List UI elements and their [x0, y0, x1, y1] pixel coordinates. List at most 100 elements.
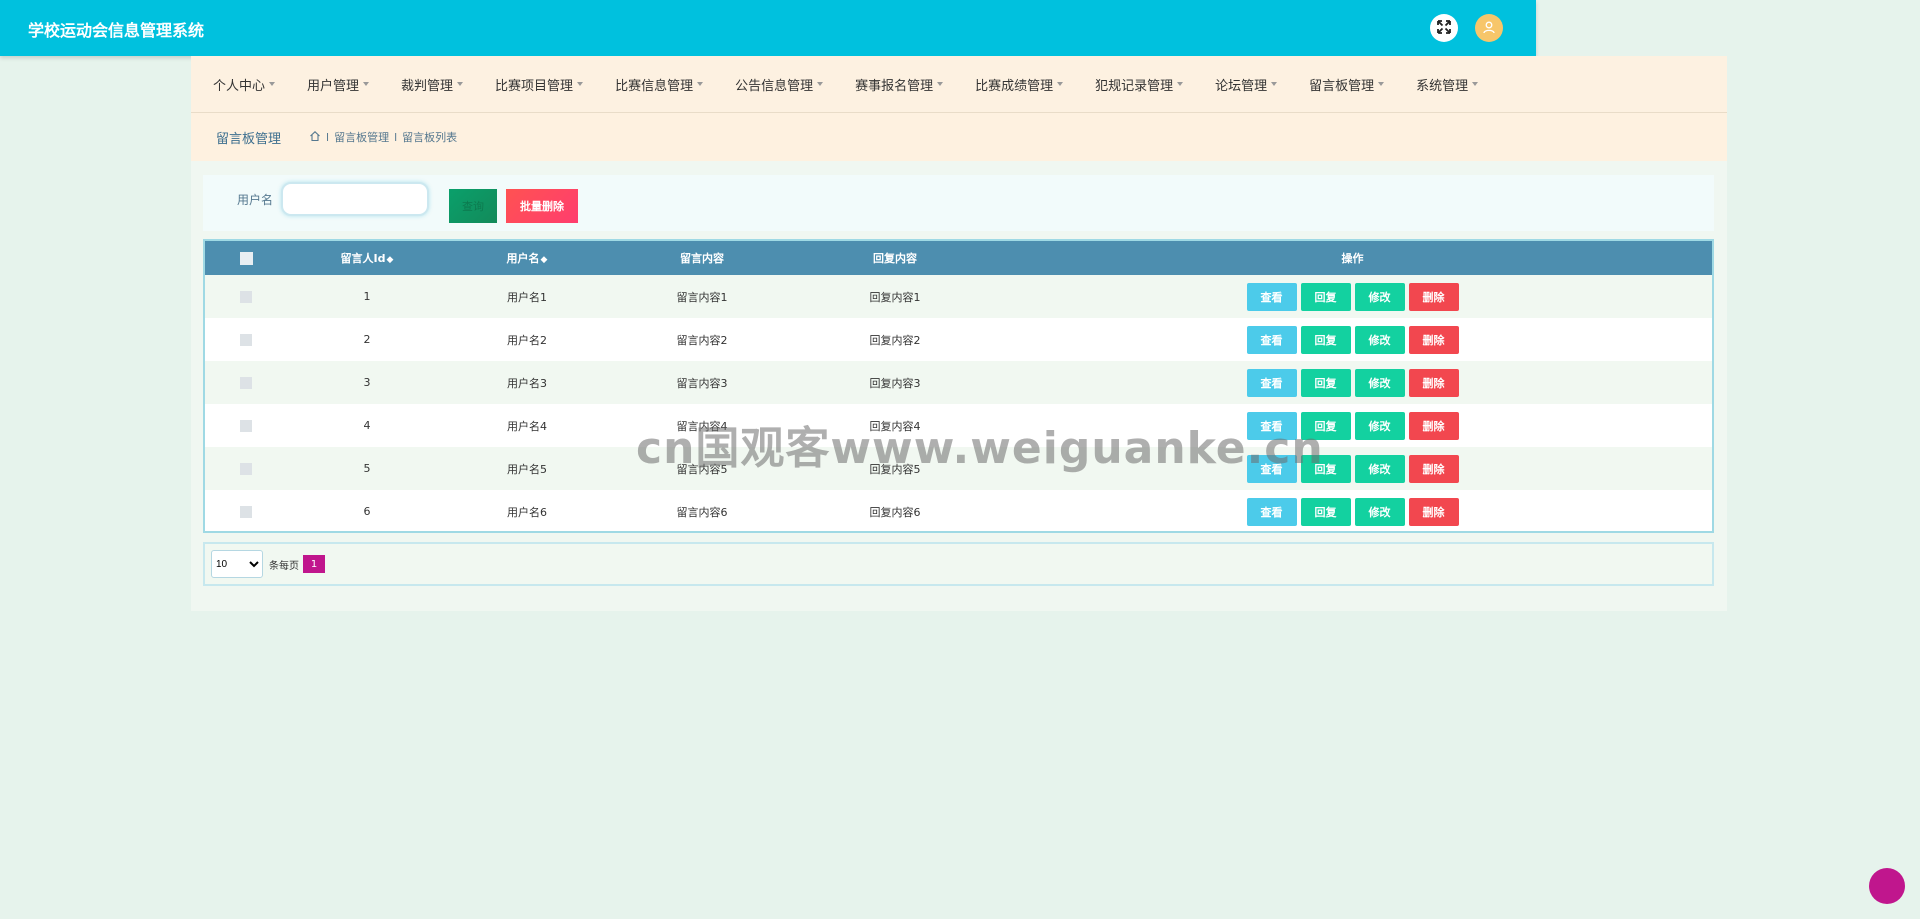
caret-down-icon [457, 82, 464, 86]
delete-button[interactable]: 删除 [1408, 325, 1459, 354]
row-checkbox[interactable] [240, 506, 252, 518]
expand-arrows-icon [1437, 19, 1451, 38]
caret-down-icon [937, 82, 944, 86]
delete-button[interactable]: 删除 [1408, 368, 1459, 397]
cell-username: 用户名3 [507, 376, 547, 390]
breadcrumb-separator: l [394, 130, 398, 144]
cell-actions: 查看 回复 修改 删除 [993, 318, 1712, 361]
column-header-actions: 操作 [1341, 252, 1364, 265]
nav-item-event-item-management[interactable]: 比赛项目管理 [479, 75, 599, 94]
nav-item-label: 留言板管理 [1309, 78, 1375, 94]
nav-item-label: 系统管理 [1416, 78, 1469, 94]
top-nav: 个人中心 用户管理 裁判管理 比赛项目管理 比赛信息管理 公告信息管理 赛事报名… [191, 56, 1727, 113]
user-icon [1482, 19, 1496, 38]
nav-item-label: 比赛信息管理 [615, 78, 694, 94]
reply-button[interactable]: 回复 [1300, 282, 1351, 311]
floating-action-button[interactable] [1869, 868, 1905, 904]
avatar-button[interactable] [1475, 14, 1503, 42]
nav-item-label: 比赛项目管理 [495, 78, 574, 94]
nav-item-message-board-management[interactable]: 留言板管理 [1293, 75, 1400, 94]
delete-button[interactable]: 删除 [1408, 282, 1459, 311]
username-search-input[interactable] [281, 182, 429, 216]
edit-button[interactable]: 修改 [1354, 411, 1405, 440]
caret-down-icon [577, 82, 584, 86]
view-button[interactable]: 查看 [1246, 325, 1297, 354]
search-button[interactable]: 查询 [449, 189, 497, 223]
fullscreen-button[interactable] [1430, 14, 1458, 42]
cell-content: 留言内容3 [676, 376, 728, 390]
breadcrumb-bar: 留言板管理 l 留言板管理 l 留言板列表 [191, 113, 1727, 161]
main-panel: 个人中心 用户管理 裁判管理 比赛项目管理 比赛信息管理 公告信息管理 赛事报名… [191, 56, 1727, 611]
row-checkbox[interactable] [240, 377, 252, 389]
table-row: 6 用户名6 留言内容6 回复内容6 查看 回复 修改 删除 [205, 490, 1712, 531]
row-checkbox[interactable] [240, 334, 252, 346]
column-header-id[interactable]: 留言人Id◆ [287, 241, 447, 275]
edit-button[interactable]: 修改 [1354, 368, 1405, 397]
breadcrumb-item-message-board[interactable]: 留言板管理 [334, 129, 389, 145]
nav-item-forum-management[interactable]: 论坛管理 [1199, 75, 1293, 94]
caret-down-icon [1271, 82, 1278, 86]
nav-item-label: 用户管理 [307, 78, 360, 94]
cell-content: 留言内容1 [676, 290, 728, 304]
app-title: 学校运动会信息管理系统 [28, 21, 205, 40]
nav-item-personal-center[interactable]: 个人中心 [191, 75, 291, 94]
delete-button[interactable]: 删除 [1408, 454, 1459, 483]
breadcrumb-separator: l [326, 130, 330, 144]
nav-item-score-management[interactable]: 比赛成绩管理 [959, 75, 1079, 94]
nav-item-label: 论坛管理 [1215, 78, 1268, 94]
view-button[interactable]: 查看 [1246, 368, 1297, 397]
home-icon[interactable] [309, 130, 321, 145]
delete-button[interactable]: 删除 [1408, 497, 1459, 526]
reply-button[interactable]: 回复 [1300, 368, 1351, 397]
view-button[interactable]: 查看 [1246, 282, 1297, 311]
view-button[interactable]: 查看 [1246, 497, 1297, 526]
nav-item-notice-management[interactable]: 公告信息管理 [719, 75, 839, 94]
row-checkbox[interactable] [240, 420, 252, 432]
cell-id: 5 [363, 462, 371, 475]
page-size-select[interactable]: 10 [211, 550, 263, 578]
edit-button[interactable]: 修改 [1354, 497, 1405, 526]
nav-item-referee-management[interactable]: 裁判管理 [385, 75, 479, 94]
nav-item-match-info-management[interactable]: 比赛信息管理 [599, 75, 719, 94]
nav-item-label: 公告信息管理 [735, 78, 814, 94]
table-row: 2 用户名2 留言内容2 回复内容2 查看 回复 修改 删除 [205, 318, 1712, 361]
nav-item-system-management[interactable]: 系统管理 [1400, 75, 1494, 94]
table-header-row: 留言人Id◆ 用户名◆ 留言内容 回复内容 操作 [205, 241, 1712, 275]
cell-reply: 回复内容2 [869, 333, 921, 347]
edit-button[interactable]: 修改 [1354, 325, 1405, 354]
edit-button[interactable]: 修改 [1354, 282, 1405, 311]
column-header-reply: 回复内容 [873, 252, 917, 265]
delete-button[interactable]: 删除 [1408, 411, 1459, 440]
row-checkbox[interactable] [240, 463, 252, 475]
cell-username: 用户名6 [507, 505, 547, 519]
cell-username: 用户名2 [507, 333, 547, 347]
caret-down-icon [1472, 82, 1479, 86]
cell-content: 留言内容6 [676, 505, 728, 519]
page-number-current[interactable]: 1 [303, 555, 325, 573]
nav-item-foul-record-management[interactable]: 犯规记录管理 [1079, 75, 1199, 94]
nav-item-registration-management[interactable]: 赛事报名管理 [839, 75, 959, 94]
batch-delete-button[interactable]: 批量删除 [506, 189, 578, 223]
select-all-checkbox[interactable] [239, 251, 253, 265]
caret-down-icon [269, 82, 276, 86]
cell-actions: 查看 回复 修改 删除 [993, 275, 1712, 318]
sort-icon: ◆ [386, 255, 394, 265]
nav-item-user-management[interactable]: 用户管理 [291, 75, 385, 94]
row-checkbox[interactable] [240, 291, 252, 303]
caret-down-icon [1177, 82, 1184, 86]
cell-reply: 回复内容6 [869, 505, 921, 519]
cell-id: 1 [363, 290, 371, 303]
cell-id: 6 [363, 505, 371, 518]
caret-down-icon [363, 82, 370, 86]
cell-reply: 回复内容3 [869, 376, 921, 390]
nav-item-label: 犯规记录管理 [1095, 78, 1174, 94]
column-header-content: 留言内容 [680, 252, 724, 265]
cell-id: 2 [363, 333, 371, 346]
edit-button[interactable]: 修改 [1354, 454, 1405, 483]
reply-button[interactable]: 回复 [1300, 325, 1351, 354]
nav-item-label: 赛事报名管理 [855, 78, 934, 94]
cell-actions: 查看 回复 修改 删除 [993, 361, 1712, 404]
column-header-username[interactable]: 用户名◆ [447, 241, 607, 275]
nav-item-label: 比赛成绩管理 [975, 78, 1054, 94]
reply-button[interactable]: 回复 [1300, 497, 1351, 526]
